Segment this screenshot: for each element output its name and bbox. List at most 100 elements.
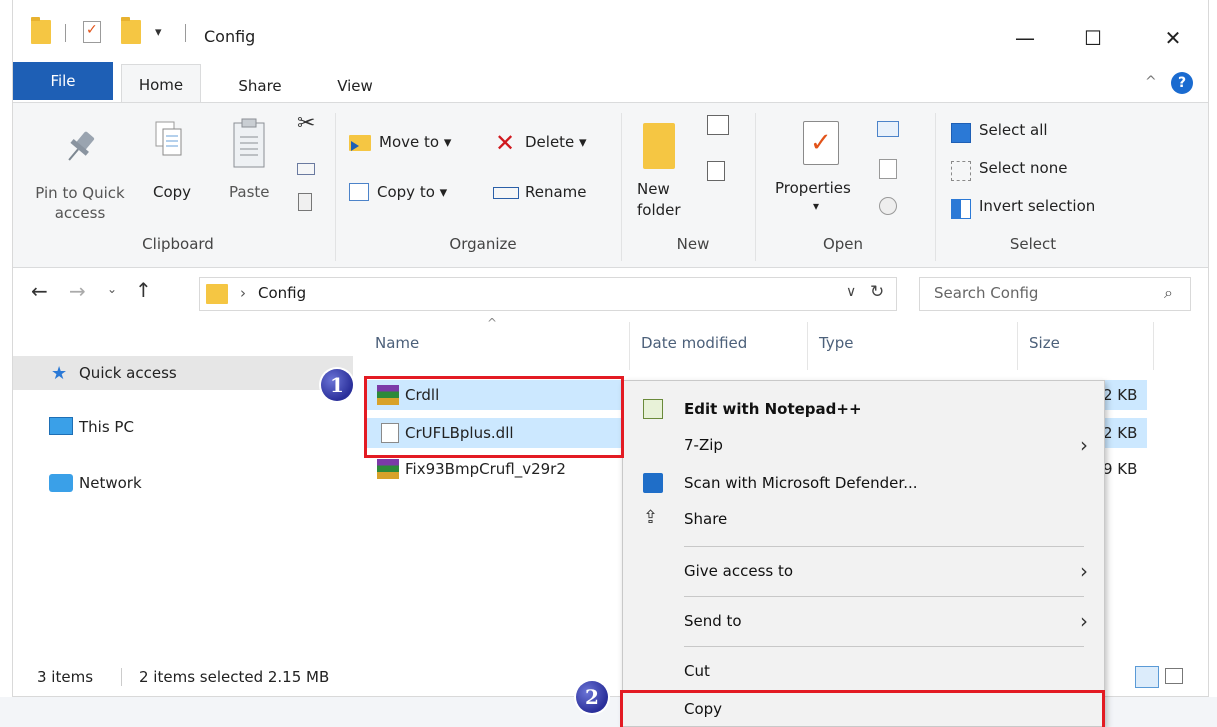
new-group-label: New xyxy=(676,235,710,253)
new-folder-quick-icon[interactable] xyxy=(121,17,141,44)
copy-to-icon xyxy=(349,183,369,201)
paste-shortcut-icon[interactable] xyxy=(298,193,312,211)
search-icon[interactable]: ⌕ xyxy=(1164,283,1173,303)
defender-shield-icon xyxy=(643,473,663,493)
menu-send-to[interactable]: Send to › xyxy=(623,603,1104,639)
easy-access-icon[interactable] xyxy=(707,161,725,181)
submenu-arrow-icon: › xyxy=(1080,559,1088,583)
minimize-button[interactable]: — xyxy=(1005,20,1045,56)
menu-7zip[interactable]: 7-Zip › xyxy=(623,427,1104,463)
forward-arrow-icon[interactable]: → xyxy=(69,279,86,303)
share-icon: ⇪ xyxy=(643,507,659,528)
properties-button[interactable]: Properties xyxy=(775,179,851,197)
copy-to-button[interactable]: Copy to ▾ xyxy=(377,183,447,201)
item-count: 3 items xyxy=(37,668,94,686)
pin-label-line2: access xyxy=(54,204,106,222)
highlight-selected-files xyxy=(364,376,624,458)
collapse-ribbon-icon[interactable]: ^ xyxy=(1145,74,1157,90)
menu-label: Edit with Notepad++ xyxy=(684,400,862,418)
ribbon-tabs: File Home Share View ^ ? xyxy=(13,62,1208,104)
move-to-button[interactable]: Move to ▾ xyxy=(379,133,451,151)
menu-separator xyxy=(684,546,1084,547)
column-size[interactable]: Size xyxy=(1029,334,1060,352)
copy-button[interactable]: Copy xyxy=(153,183,191,201)
invert-selection-icon xyxy=(951,199,971,219)
pin-icon xyxy=(68,131,95,161)
close-button[interactable]: ✕ xyxy=(1153,20,1193,56)
large-icons-view-icon[interactable] xyxy=(1165,668,1183,684)
tab-view[interactable]: View xyxy=(325,70,385,102)
menu-label: Cut xyxy=(684,662,710,680)
back-arrow-icon[interactable]: ← xyxy=(31,279,48,303)
star-icon: ★ xyxy=(51,362,68,384)
column-date-modified[interactable]: Date modified xyxy=(641,334,747,352)
nav-quick-access[interactable]: ★ Quick access xyxy=(13,356,353,390)
properties-quick-icon[interactable] xyxy=(83,21,101,43)
new-folder-icon xyxy=(643,123,675,169)
delete-button[interactable]: Delete ▾ xyxy=(525,133,587,151)
breadcrumb-config[interactable]: Config xyxy=(258,284,306,302)
details-view-icon[interactable] xyxy=(1135,666,1159,688)
refresh-icon[interactable]: ↻ xyxy=(870,282,884,302)
menu-separator xyxy=(684,646,1084,647)
rename-icon xyxy=(493,187,519,199)
move-to-icon xyxy=(349,135,371,151)
menu-edit-notepadpp[interactable]: Edit with Notepad++ xyxy=(623,391,1104,427)
column-divider xyxy=(1017,322,1018,370)
cut-icon[interactable]: ✂ xyxy=(297,111,315,136)
address-bar[interactable]: › Config ∨ ↻ xyxy=(199,277,897,311)
delete-icon: ✕ xyxy=(495,129,516,157)
folder-icon xyxy=(31,17,51,44)
address-row: ← → ⌄ ↑ › Config ∨ ↻ Search Config ⌕ xyxy=(13,268,1208,320)
group-divider xyxy=(621,113,622,261)
organize-group-label: Organize xyxy=(449,235,517,253)
history-icon[interactable] xyxy=(879,197,897,215)
new-item-icon[interactable] xyxy=(707,115,729,135)
menu-give-access[interactable]: Give access to › xyxy=(623,553,1104,589)
file-size: 9 KB xyxy=(1103,460,1138,478)
edit-icon[interactable] xyxy=(879,159,897,179)
customize-toolbar-icon[interactable]: ▾ xyxy=(155,25,162,40)
submenu-arrow-icon: › xyxy=(1080,609,1088,633)
tab-file[interactable]: File xyxy=(13,62,113,100)
computer-icon xyxy=(49,417,73,435)
title-bar: ▾ Config — ☐ ✕ xyxy=(13,0,1208,62)
address-dropdown-icon[interactable]: ∨ xyxy=(846,284,856,300)
tab-home[interactable]: Home xyxy=(121,64,201,104)
menu-cut[interactable]: Cut xyxy=(623,653,1104,689)
paste-button[interactable]: Paste xyxy=(229,183,270,201)
nav-this-pc[interactable]: This PC xyxy=(13,410,353,444)
search-input[interactable]: Search Config xyxy=(934,284,1038,302)
tab-share[interactable]: Share xyxy=(225,70,295,102)
select-group-label: Select xyxy=(1009,235,1057,253)
copy-path-icon[interactable] xyxy=(297,163,315,175)
new-folder-button[interactable]: New folder xyxy=(637,179,681,221)
help-icon[interactable]: ? xyxy=(1171,72,1193,94)
up-arrow-icon[interactable]: ↑ xyxy=(135,278,152,302)
column-name[interactable]: Name xyxy=(375,334,419,352)
search-box[interactable]: Search Config ⌕ xyxy=(919,277,1191,311)
context-menu: Edit with Notepad++ 7-Zip › Scan with Mi… xyxy=(622,380,1105,727)
select-none-button[interactable]: Select none xyxy=(979,159,1067,177)
menu-share[interactable]: ⇪ Share xyxy=(623,501,1104,537)
column-type[interactable]: Type xyxy=(819,334,853,352)
menu-scan-defender[interactable]: Scan with Microsoft Defender... xyxy=(623,465,1104,501)
pin-quick-access-button[interactable]: Pin to Quick access xyxy=(25,183,135,223)
archive-icon xyxy=(377,459,399,479)
recent-locations-icon[interactable]: ⌄ xyxy=(107,282,117,296)
properties-dropdown-arrow[interactable]: ▾ xyxy=(813,199,819,213)
rename-button[interactable]: Rename xyxy=(525,183,587,201)
column-divider xyxy=(807,322,808,370)
divider xyxy=(121,668,122,686)
window-title: Config xyxy=(204,27,256,46)
open-icon[interactable] xyxy=(877,121,899,137)
sort-indicator-icon: ^ xyxy=(487,316,498,330)
maximize-button[interactable]: ☐ xyxy=(1073,20,1113,56)
menu-label: Share xyxy=(684,510,728,528)
invert-selection-button[interactable]: Invert selection xyxy=(979,197,1095,215)
file-name: Fix93BmpCrufl_v29r2 xyxy=(405,460,566,478)
nav-network[interactable]: Network xyxy=(13,466,353,500)
new-folder-line2: folder xyxy=(637,201,681,219)
divider xyxy=(65,24,66,42)
select-all-button[interactable]: Select all xyxy=(979,121,1048,139)
